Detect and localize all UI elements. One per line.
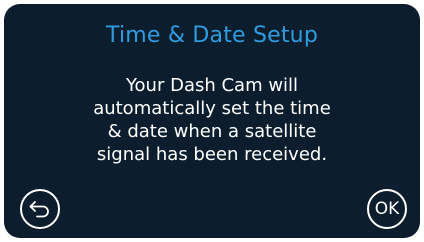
dashcam-screen: Time & Date Setup Your Dash Cam will aut…: [4, 4, 420, 238]
screen-title: Time & Date Setup: [106, 23, 318, 48]
info-message: Your Dash Cam will automatically set the…: [44, 74, 380, 166]
message-line: signal has been received.: [96, 144, 328, 165]
back-arrow-icon: [29, 201, 49, 218]
message-line: & date when a satellite: [107, 121, 317, 142]
back-button[interactable]: [20, 189, 60, 229]
message-line: Your Dash Cam will: [125, 75, 299, 96]
ok-button[interactable]: OK: [367, 189, 407, 229]
message-line: automatically set the time: [93, 98, 331, 119]
ok-label: OK: [374, 198, 400, 219]
